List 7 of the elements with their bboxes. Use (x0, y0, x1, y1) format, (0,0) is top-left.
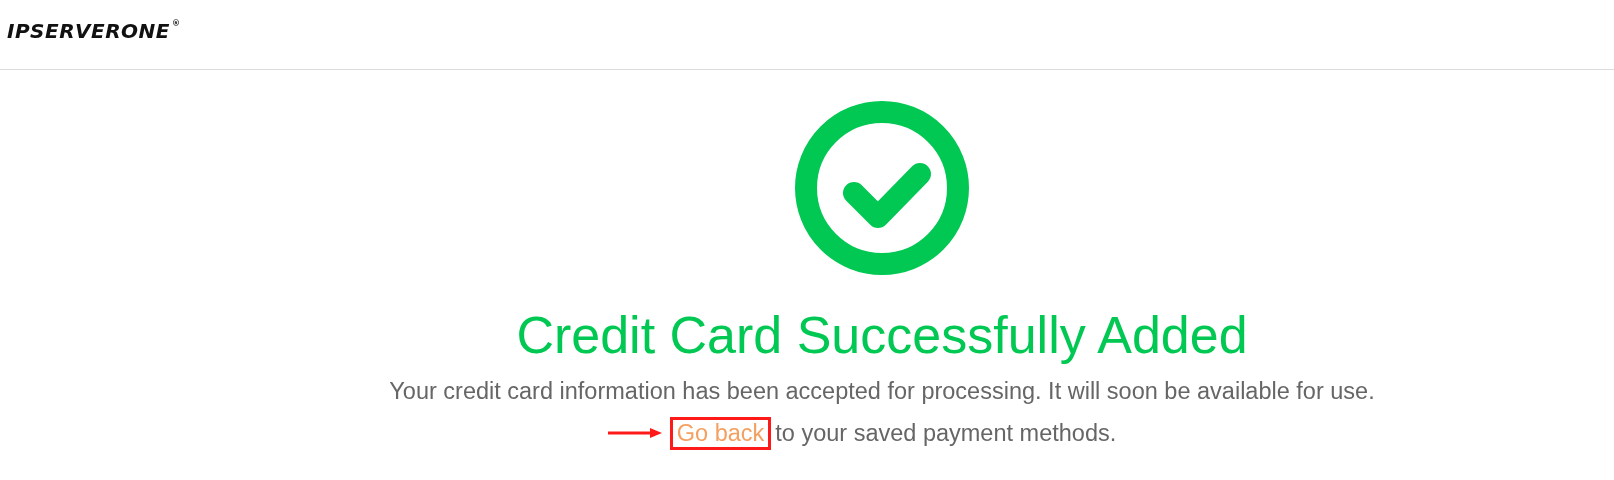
success-title: Credit Card Successfully Added (516, 305, 1248, 366)
success-check-icon (794, 100, 970, 276)
go-back-link[interactable]: Go back (669, 416, 772, 450)
logo: IPSERVERONE$^{®}$ (7, 18, 181, 43)
link-suffix-text: to your saved payment methods. (775, 419, 1117, 447)
annotation-arrow (607, 427, 662, 440)
confirmation-message: Your credit card information has been accepted for processing. It will soon be available for use. (389, 377, 1375, 407)
